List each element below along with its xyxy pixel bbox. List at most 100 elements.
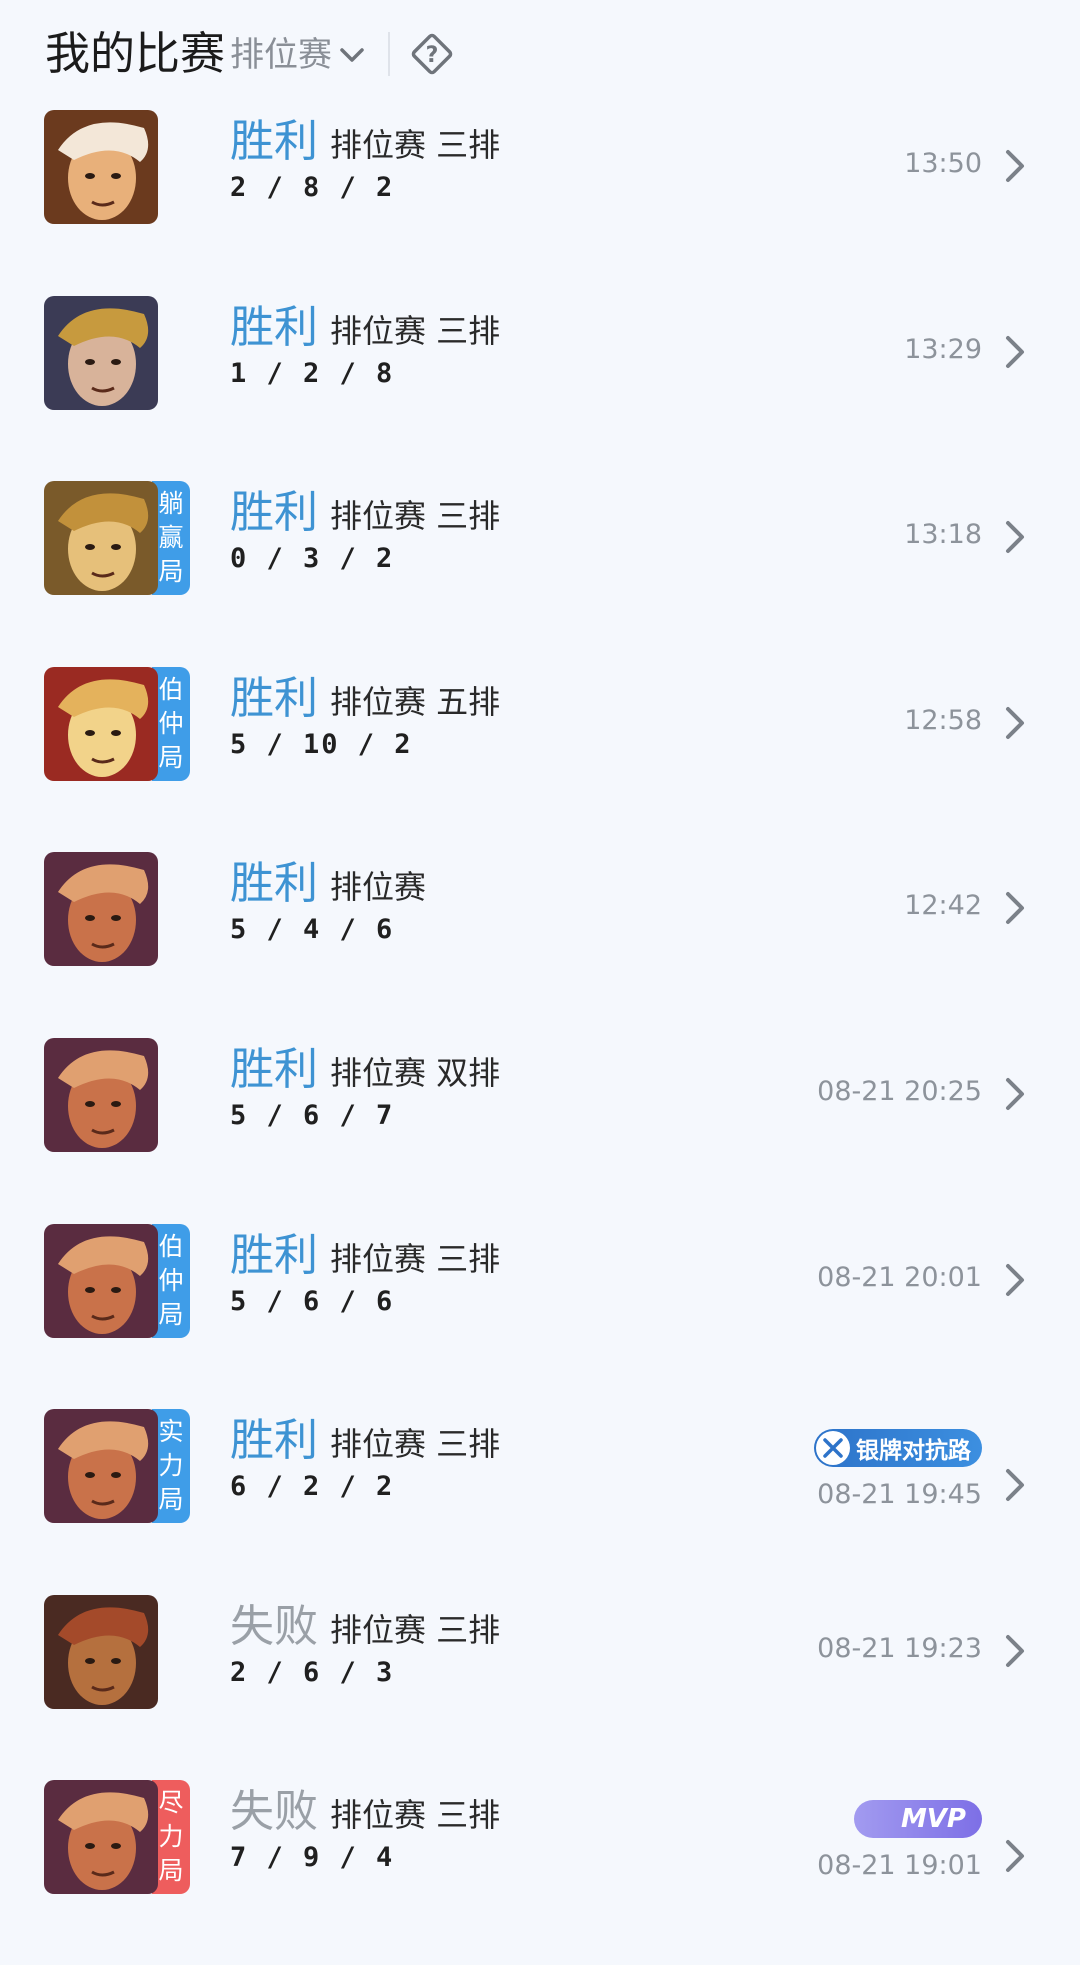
chevron-right-icon[interactable] — [1002, 146, 1028, 186]
match-result: 胜利 — [230, 1044, 318, 1095]
hero-avatar-group — [44, 296, 158, 410]
chevron-right-icon[interactable] — [1002, 1074, 1028, 1114]
match-kda: 2 / 8 / 2 — [230, 172, 395, 203]
hero-avatar-group: 实力局 — [44, 1409, 190, 1523]
match-title: 胜利 排位赛 五排 — [230, 669, 500, 729]
rank-badge: 银牌对抗路 — [814, 1429, 982, 1467]
match-time: 13:18 — [904, 519, 982, 550]
hero-avatar — [44, 296, 158, 410]
match-tag-char: 局 — [158, 1485, 184, 1514]
match-kda: 5 / 6 / 7 — [230, 1100, 395, 1131]
mode-filter-dropdown[interactable]: 排位赛 — [230, 30, 368, 80]
help-icon[interactable]: ? — [408, 30, 456, 78]
match-result: 胜利 — [230, 858, 318, 909]
hero-avatar-group: 伯仲局 — [44, 667, 190, 781]
match-tag-char: 伯 — [158, 675, 184, 704]
chevron-right-icon[interactable] — [1002, 888, 1028, 928]
hero-avatar-group — [44, 1038, 158, 1152]
match-mode: 排位赛 — [330, 868, 427, 906]
chevron-down-icon — [340, 48, 364, 62]
match-kda: 0 / 3 / 2 — [230, 543, 395, 574]
match-mode: 排位赛 双排 — [330, 1054, 501, 1092]
match-row[interactable]: 伯仲局胜利 排位赛 三排 5 / 6 / 6 08-21 20:01 — [0, 1224, 1080, 1409]
swords-icon — [816, 1431, 850, 1465]
match-tag-char: 躺 — [158, 489, 184, 518]
match-tag-char: 仲 — [158, 1266, 184, 1295]
chevron-right-icon[interactable] — [1002, 1260, 1028, 1300]
match-title: 胜利 排位赛 三排 — [230, 298, 500, 358]
match-row[interactable]: 尽力局失败 排位赛 三排 7 / 9 / 4 MVP 08-21 19:01 — [0, 1780, 1080, 1965]
mvp-badge: MVP — [854, 1800, 982, 1838]
match-result: 胜利 — [230, 1415, 318, 1466]
chevron-right-icon[interactable] — [1002, 703, 1028, 743]
hero-avatar — [44, 1595, 158, 1709]
hero-avatar — [44, 852, 158, 966]
match-row[interactable]: 躺赢局胜利 排位赛 三排 0 / 3 / 2 13:18 — [0, 481, 1080, 666]
match-tag-char: 力 — [158, 1451, 184, 1480]
page-title: 我的比赛 — [45, 27, 226, 80]
header-divider — [388, 32, 390, 76]
match-mode: 排位赛 三排 — [330, 1425, 501, 1463]
hero-avatar — [44, 110, 158, 224]
match-row[interactable]: 伯仲局胜利 排位赛 五排 5 / 10 / 2 12:58 — [0, 667, 1080, 852]
hero-avatar — [44, 1409, 158, 1523]
chevron-right-icon[interactable] — [1002, 1465, 1028, 1505]
match-title: 胜利 排位赛 三排 — [230, 112, 500, 172]
match-result: 胜利 — [230, 673, 318, 724]
hero-avatar-group: 尽力局 — [44, 1780, 190, 1894]
match-time: 12:58 — [904, 705, 982, 736]
match-kda: 5 / 6 / 6 — [230, 1286, 395, 1317]
match-kda: 5 / 4 / 6 — [230, 914, 395, 945]
match-tag-char: 局 — [158, 1856, 184, 1885]
match-row[interactable]: 胜利 排位赛 三排 2 / 8 / 2 13:50 — [0, 110, 1080, 295]
mvp-badge-label: MVP — [900, 1804, 966, 1834]
match-mode: 排位赛 三排 — [330, 312, 501, 350]
match-result: 胜利 — [230, 1230, 318, 1281]
match-row[interactable]: 胜利 排位赛 三排 1 / 2 / 8 13:29 — [0, 296, 1080, 481]
hero-avatar — [44, 1224, 158, 1338]
hero-avatar-group — [44, 110, 158, 224]
chevron-right-icon[interactable] — [1002, 1836, 1028, 1876]
match-kda: 6 / 2 / 2 — [230, 1471, 395, 1502]
match-result: 失败 — [230, 1786, 318, 1837]
match-kda: 2 / 6 / 3 — [230, 1657, 395, 1688]
match-tag-char: 仲 — [158, 709, 184, 738]
match-title: 胜利 排位赛 双排 — [230, 1040, 500, 1100]
match-tag-char: 伯 — [158, 1232, 184, 1261]
match-title: 失败 排位赛 三排 — [230, 1597, 500, 1657]
match-time: 08-21 19:01 — [817, 1850, 982, 1881]
match-result: 胜利 — [230, 487, 318, 538]
match-title: 胜利 排位赛 三排 — [230, 483, 500, 543]
match-row[interactable]: 实力局胜利 排位赛 三排 6 / 2 / 2 银牌对抗路 08-21 19:45 — [0, 1409, 1080, 1594]
match-result: 胜利 — [230, 116, 318, 167]
chevron-right-icon[interactable] — [1002, 517, 1028, 557]
match-result: 胜利 — [230, 302, 318, 353]
hero-avatar-group: 伯仲局 — [44, 1224, 190, 1338]
rank-badge-label: 银牌对抗路 — [856, 1438, 971, 1464]
header: 我的比赛 排位赛 ? — [0, 0, 1080, 110]
match-time: 08-21 20:25 — [817, 1076, 982, 1107]
match-time: 08-21 19:23 — [817, 1633, 982, 1664]
mode-filter-label: 排位赛 — [230, 35, 332, 75]
hero-avatar — [44, 1780, 158, 1894]
match-title: 胜利 排位赛 三排 — [230, 1411, 500, 1471]
chevron-right-icon[interactable] — [1002, 332, 1028, 372]
match-tag-char: 实 — [158, 1417, 184, 1446]
hero-avatar-group: 躺赢局 — [44, 481, 190, 595]
hero-avatar-group — [44, 852, 158, 966]
match-tag-char: 力 — [158, 1822, 184, 1851]
match-row[interactable]: 失败 排位赛 三排 2 / 6 / 3 08-21 19:23 — [0, 1595, 1080, 1780]
chevron-right-icon[interactable] — [1002, 1631, 1028, 1671]
match-mode: 排位赛 三排 — [330, 126, 501, 164]
match-tag-char: 赢 — [158, 523, 184, 552]
match-title: 胜利 排位赛 — [230, 854, 426, 914]
match-tag-char: 局 — [158, 557, 184, 586]
match-tag-char: 局 — [158, 743, 184, 772]
match-tag-char: 局 — [158, 1300, 184, 1329]
svg-text:?: ? — [426, 43, 439, 68]
match-title: 失败 排位赛 三排 — [230, 1782, 500, 1842]
match-row[interactable]: 胜利 排位赛 双排 5 / 6 / 7 08-21 20:25 — [0, 1038, 1080, 1223]
match-row[interactable]: 胜利 排位赛 5 / 4 / 6 12:42 — [0, 852, 1080, 1037]
match-mode: 排位赛 三排 — [330, 1240, 501, 1278]
match-time: 13:29 — [904, 334, 982, 365]
